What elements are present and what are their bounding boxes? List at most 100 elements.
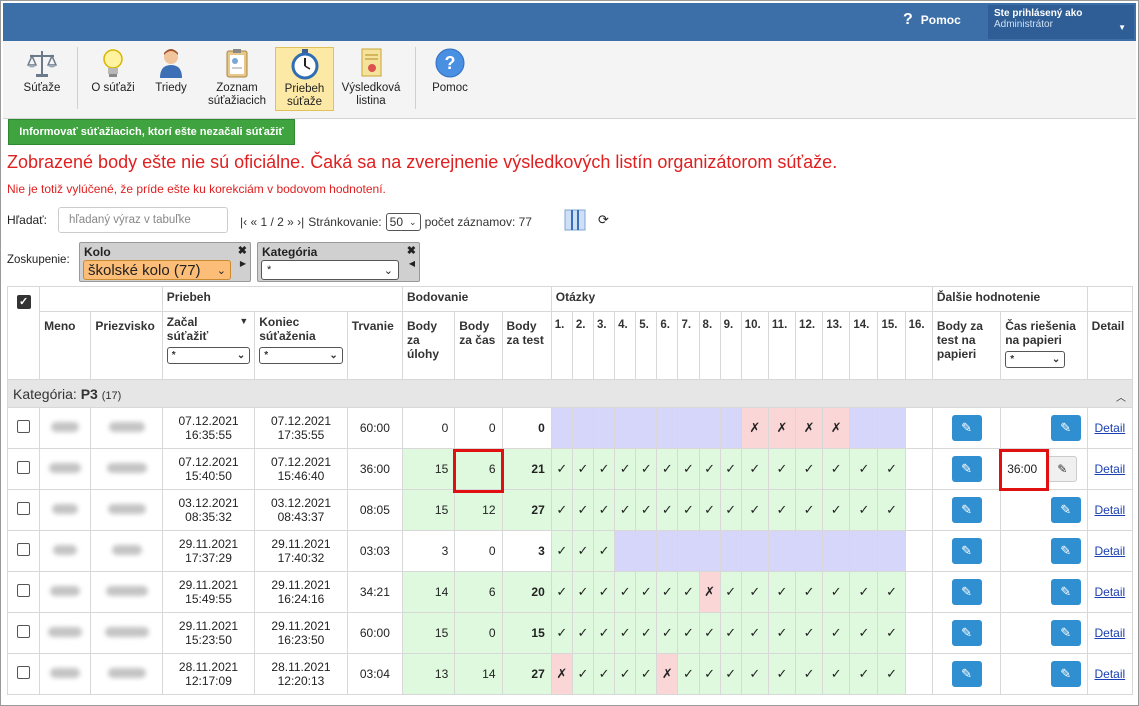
chevron-down-icon: ⌄: [236, 350, 246, 361]
toolbar-item-triedy[interactable]: Triedy: [149, 47, 193, 111]
column-meno[interactable]: Meno: [39, 311, 92, 380]
koniec-filter[interactable]: * ⌄: [259, 347, 343, 364]
column-body-ulohy[interactable]: Body za úlohy: [401, 311, 456, 380]
pencil-icon[interactable]: ✎: [1050, 538, 1081, 564]
pencil-icon[interactable]: ✎: [1050, 579, 1081, 605]
column-body-papier[interactable]: Body za test na papieri: [931, 311, 1002, 380]
column-priezvisko[interactable]: Priezvisko: [90, 311, 163, 380]
column-question[interactable]: 3.: [592, 311, 616, 380]
group-kolo[interactable]: Kolo ✖ ▶ školské kolo (77) ⌄: [79, 242, 251, 282]
column-body-cas[interactable]: Body za čas: [454, 311, 503, 380]
zacal-filter[interactable]: * ⌄: [166, 347, 251, 364]
column-question[interactable]: 9.: [719, 311, 742, 380]
table-row[interactable]: 07.12.2021 16:35:55 07.12.2021 17:35:55 60:0…: [7, 407, 1133, 449]
search-input[interactable]: hľadaný výraz v tabuľke: [58, 207, 228, 233]
column-question[interactable]: 7.: [677, 311, 700, 380]
close-icon[interactable]: ✖: [407, 244, 416, 257]
arrow-right-icon[interactable]: ▶: [240, 259, 246, 268]
pencil-icon[interactable]: ✎: [1050, 620, 1081, 646]
kategoria-select[interactable]: * ⌄: [261, 260, 399, 280]
column-question[interactable]: 1.: [550, 311, 573, 380]
detail-link[interactable]: Detail: [1094, 462, 1125, 476]
help-link[interactable]: ? Pomoc: [903, 11, 961, 29]
question-cell-correct: ✓: [740, 612, 769, 654]
close-icon[interactable]: ✖: [238, 244, 247, 257]
pencil-icon[interactable]: ✎: [951, 661, 982, 687]
column-question[interactable]: 4.: [614, 311, 637, 380]
category-group-row[interactable]: Kategória: P3 (17) ︿: [7, 379, 1133, 408]
column-trvanie[interactable]: Trvanie: [346, 311, 404, 380]
question-cell-empty: [904, 530, 933, 572]
row-checkbox[interactable]: [17, 625, 31, 638]
table-row[interactable]: 29.11.2021 15:23:50 29.11.2021 16:23:50 60:0…: [7, 612, 1133, 654]
notify-contestants-button[interactable]: Informovať súťažiacich, ktorí ešte nezač…: [8, 119, 295, 145]
pencil-icon[interactable]: ✎: [951, 497, 982, 523]
toolbar-item-priebeh[interactable]: Priebeh súťaže: [275, 47, 334, 111]
group-kategoria[interactable]: Kategória ✖ ◀ * ⌄: [257, 242, 420, 282]
cas-papier-filter[interactable]: * ⌄: [1005, 351, 1066, 368]
column-question[interactable]: 13.: [822, 311, 851, 380]
question-cell-correct: ✓: [822, 653, 851, 695]
paper-points-cell: ✎: [931, 571, 1002, 613]
detail-link[interactable]: Detail: [1094, 626, 1125, 640]
pencil-icon[interactable]: ✎: [951, 579, 982, 605]
arrow-left-icon[interactable]: ◀: [409, 259, 415, 268]
detail-link[interactable]: Detail: [1094, 544, 1125, 558]
column-question[interactable]: 2.: [571, 311, 595, 380]
pencil-icon[interactable]: ✎: [1050, 661, 1081, 687]
column-question[interactable]: 10.: [740, 311, 769, 380]
column-body-test[interactable]: Body za test: [501, 311, 552, 380]
question-cell-correct: ✓: [571, 489, 595, 531]
pencil-icon[interactable]: ✎: [951, 415, 982, 441]
column-question[interactable]: 8.: [698, 311, 721, 380]
row-checkbox[interactable]: [17, 666, 31, 679]
table-row[interactable]: 03.12.2021 08:35:32 03.12.2021 08:43:37 08:0…: [7, 489, 1133, 531]
kolo-select[interactable]: školské kolo (77) ⌄: [83, 260, 231, 280]
toolbar-item-pomoc[interactable]: ? Pomoc: [425, 47, 475, 111]
column-question[interactable]: 14.: [849, 311, 879, 380]
pencil-icon[interactable]: ✎: [1047, 456, 1078, 482]
row-checkbox[interactable]: [17, 543, 31, 556]
column-koniec[interactable]: Koniec súťaženia * ⌄: [254, 311, 348, 380]
row-checkbox[interactable]: [17, 502, 31, 515]
columns-icon[interactable]: [564, 209, 586, 234]
detail-link[interactable]: Detail: [1094, 421, 1125, 435]
pencil-icon[interactable]: ✎: [1050, 415, 1081, 441]
pager-nav[interactable]: |‹ « 1 / 2 » ›|: [240, 215, 304, 229]
toolbar-item-sutaze[interactable]: Súťaže: [13, 47, 71, 111]
question-cell-correct: ✓: [656, 571, 679, 613]
select-all-checkbox[interactable]: ✓: [7, 286, 41, 380]
pencil-icon[interactable]: ✎: [951, 620, 982, 646]
column-question[interactable]: 6.: [656, 311, 679, 380]
toolbar-item-zoznam[interactable]: Zoznam súťažiacich: [203, 47, 271, 111]
row-checkbox[interactable]: [17, 584, 31, 597]
column-question[interactable]: 15.: [877, 311, 906, 380]
column-zacal[interactable]: Začal súťažiť ▼ * ⌄: [161, 311, 256, 380]
column-cas-papier[interactable]: Čas riešenia na papieri * ⌄: [1000, 311, 1088, 380]
column-question[interactable]: 5.: [635, 311, 658, 380]
table-row[interactable]: 29.11.2021 15:49:55 29.11.2021 16:24:16 34:2…: [7, 571, 1133, 613]
row-checkbox[interactable]: [17, 461, 31, 474]
toolbar-item-vysledkova[interactable]: Výsledková listina: [338, 47, 404, 111]
chevron-down-icon: ⌄: [216, 264, 226, 277]
detail-link[interactable]: Detail: [1094, 667, 1125, 681]
table-row[interactable]: 07.12.2021 15:40:50 07.12.2021 15:46:40 36:0…: [7, 448, 1133, 490]
column-question[interactable]: 12.: [795, 311, 824, 380]
user-menu[interactable]: Ste prihlásený ako Administrátor ▼: [988, 5, 1134, 39]
table-row[interactable]: 29.11.2021 17:37:29 29.11.2021 17:40:32 03:0…: [7, 530, 1133, 572]
question-cell-correct: ✓: [698, 653, 721, 695]
pencil-icon[interactable]: ✎: [951, 538, 982, 564]
detail-link[interactable]: Detail: [1094, 503, 1125, 517]
pencil-icon[interactable]: ✎: [951, 456, 982, 482]
refresh-icon[interactable]: ⟳: [598, 212, 609, 228]
column-question[interactable]: 16.: [904, 311, 933, 380]
pencil-icon[interactable]: ✎: [1050, 497, 1081, 523]
table-row[interactable]: 28.11.2021 12:17:09 28.11.2021 12:20:13 03:0…: [7, 653, 1133, 695]
column-question[interactable]: 11.: [767, 311, 797, 380]
row-checkbox[interactable]: [17, 420, 31, 433]
chevron-up-icon[interactable]: ︿: [1116, 389, 1126, 404]
group-header-blank: [39, 286, 163, 312]
detail-link[interactable]: Detail: [1094, 585, 1125, 599]
toolbar-item-o-sutazi[interactable]: O súťaži: [85, 47, 141, 111]
page-size-select[interactable]: 50 ⌄: [385, 213, 421, 231]
